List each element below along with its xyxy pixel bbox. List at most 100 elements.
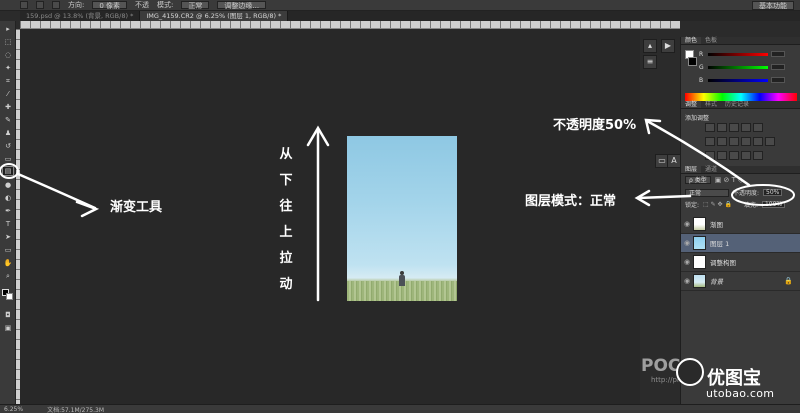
- eraser-tool-icon[interactable]: ▭: [3, 155, 13, 163]
- document-size[interactable]: 文档:57.1M/275.3M: [47, 405, 104, 413]
- red-slider[interactable]: R: [699, 50, 795, 58]
- document-canvas-photo[interactable]: [347, 136, 457, 301]
- canvas-workspace[interactable]: [20, 29, 640, 404]
- style-dropdown[interactable]: 正常: [181, 1, 210, 10]
- layer-thumbnail: [693, 274, 706, 288]
- path-selection-tool-icon[interactable]: ➤: [3, 233, 13, 241]
- lock-icon: 🔒: [784, 277, 793, 285]
- add-selection-icon[interactable]: [52, 1, 60, 9]
- green-slider[interactable]: G: [699, 63, 795, 71]
- history-brush-tool-icon[interactable]: ↺: [3, 142, 13, 150]
- adjustment-icons-row-2: [705, 137, 775, 146]
- feather-field[interactable]: 0 像素: [92, 1, 128, 10]
- visibility-eye-icon[interactable]: ◉: [681, 258, 693, 266]
- threshold-icon[interactable]: [729, 151, 739, 160]
- type-tool-icon[interactable]: T: [3, 220, 13, 228]
- fill-field[interactable]: 100%: [761, 201, 786, 208]
- layer-row-active[interactable]: ◉ 图层 1: [681, 234, 800, 253]
- clone-stamp-tool-icon[interactable]: ♟: [3, 129, 13, 137]
- layer-row[interactable]: ◉ 调整构图: [681, 253, 800, 272]
- blue-slider[interactable]: B: [699, 76, 795, 84]
- lock-icons[interactable]: ⬚ ✎ ✥ 🔒: [703, 201, 732, 208]
- gradient-map-icon[interactable]: [753, 151, 763, 160]
- add-adjustment-title: 添加调整: [685, 115, 710, 122]
- tab-layers[interactable]: 图层: [681, 166, 702, 173]
- layer-thumbnail: [693, 236, 706, 250]
- pen-tool-icon[interactable]: ✒: [3, 207, 13, 215]
- color-lookup-icon[interactable]: [765, 137, 775, 146]
- info-panel-icon[interactable]: ≡: [643, 55, 657, 69]
- layer-thumbnail: [693, 255, 706, 269]
- healing-brush-tool-icon[interactable]: ✚: [3, 103, 13, 111]
- marquee-tool-option-icon[interactable]: [20, 1, 28, 9]
- quick-mask-icon[interactable]: ◘: [3, 311, 13, 319]
- visibility-eye-icon[interactable]: ◉: [681, 220, 693, 228]
- annotation-opacity: 不透明度50%: [553, 118, 637, 133]
- adjustment-icons-row-3: [705, 151, 763, 160]
- vibrance-icon[interactable]: [753, 123, 763, 132]
- tab-color[interactable]: 颜色: [681, 37, 702, 44]
- tab-channels[interactable]: 通道: [701, 166, 721, 173]
- color-balance-icon[interactable]: [717, 137, 727, 146]
- character-panel-icon[interactable]: A: [667, 154, 681, 168]
- lock-fill-row: 锁定: ⬚ ✎ ✥ 🔒 填充: 100%: [685, 200, 797, 209]
- exposure-icon[interactable]: [741, 123, 751, 132]
- magic-wand-tool-icon[interactable]: ✦: [3, 64, 13, 72]
- panel-toggle-icon[interactable]: ▴: [643, 39, 657, 53]
- dodge-tool-icon[interactable]: ◐: [3, 194, 13, 202]
- tab-styles[interactable]: 样式: [701, 101, 721, 108]
- layer-thumbnail: [693, 217, 706, 231]
- tab-document-1[interactable]: 159.psd @ 13.8% (背景, RGB/8) *: [20, 11, 141, 21]
- annotation-char: 从: [279, 147, 293, 162]
- visibility-eye-icon[interactable]: ◉: [681, 239, 693, 247]
- curves-icon[interactable]: [729, 123, 739, 132]
- gradient-tool-icon[interactable]: ▤: [2, 166, 14, 176]
- tab-swatches[interactable]: 色板: [701, 37, 721, 44]
- hand-tool-icon[interactable]: ✋: [3, 259, 13, 267]
- photo-person: [399, 275, 405, 286]
- tab-adjustments[interactable]: 调整: [681, 101, 702, 108]
- brightness-icon[interactable]: [705, 123, 715, 132]
- hue-saturation-icon[interactable]: [705, 137, 715, 146]
- zoom-level[interactable]: 6.25%: [4, 406, 23, 413]
- channel-mixer-icon[interactable]: [753, 137, 763, 146]
- adjustments-panel-tabs: 调整 样式 历史记录: [681, 101, 800, 109]
- zoom-tool-icon[interactable]: ⌕: [3, 272, 13, 280]
- opacity-arrowhead: [644, 118, 662, 135]
- layer-name: 图层 1: [710, 240, 730, 248]
- tab-history[interactable]: 历史记录: [721, 101, 753, 108]
- layer-row[interactable]: ◉ 背景 🔒: [681, 272, 800, 291]
- marquee-tool-icon[interactable]: ⬚: [3, 38, 13, 46]
- levels-icon[interactable]: [717, 123, 727, 132]
- background-color-swatch[interactable]: [6, 293, 13, 300]
- lasso-tool-icon[interactable]: ◌: [3, 51, 13, 59]
- blend-mode-dropdown[interactable]: 正常: [685, 188, 729, 197]
- filter-icons[interactable]: ▣ ⊘ T ◇: [715, 176, 744, 184]
- black-white-icon[interactable]: [729, 137, 739, 146]
- annotation-drag-up: 从 下 往 上 拉 动: [277, 147, 295, 293]
- tab-document-2[interactable]: IMG_4159.CR2 @ 6.25% (图层 1, RGB/8) *: [140, 11, 289, 21]
- brand-url: utobao.com: [706, 387, 775, 400]
- move-tool-icon[interactable]: ▸: [3, 25, 13, 33]
- layer-row[interactable]: ◉ 渐图: [681, 215, 800, 234]
- selective-color-icon[interactable]: [741, 151, 751, 160]
- photo-filter-icon[interactable]: [741, 137, 751, 146]
- visibility-eye-icon[interactable]: ◉: [681, 277, 693, 285]
- blur-tool-icon[interactable]: ●: [3, 181, 13, 189]
- invert-icon[interactable]: [705, 151, 715, 160]
- shape-tool-icon[interactable]: ▭: [3, 246, 13, 254]
- play-action-icon[interactable]: ▶: [661, 39, 675, 53]
- eyedropper-tool-icon[interactable]: ⁄: [3, 90, 13, 98]
- color-panel-bg-swatch[interactable]: [688, 57, 697, 66]
- horizontal-ruler[interactable]: [20, 21, 680, 29]
- workspace-switcher[interactable]: 基本功能: [752, 1, 794, 10]
- refine-edge-button[interactable]: 调整边缘...: [217, 1, 267, 10]
- crop-tool-icon[interactable]: ⌗: [3, 77, 13, 85]
- brush-tool-icon[interactable]: ✎: [3, 116, 13, 124]
- layer-kind-dropdown[interactable]: ρ 类型: [685, 176, 711, 184]
- posterize-icon[interactable]: [717, 151, 727, 160]
- screen-mode-icon[interactable]: ▣: [3, 324, 13, 332]
- layer-filter-row: ρ 类型 ▣ ⊘ T ◇: [685, 176, 744, 184]
- new-selection-icon[interactable]: [36, 1, 44, 9]
- opacity-field[interactable]: 50%: [763, 189, 783, 196]
